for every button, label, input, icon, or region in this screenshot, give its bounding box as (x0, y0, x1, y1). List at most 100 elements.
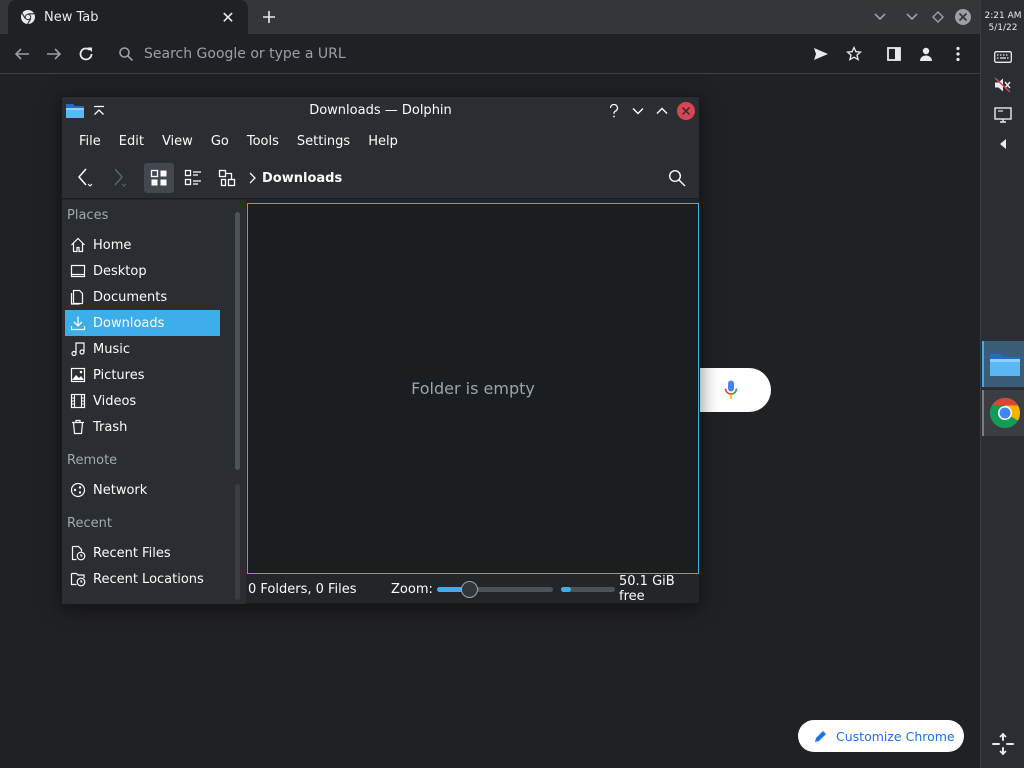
recent-files-icon (69, 544, 87, 562)
window-title: Downloads — Dolphin (309, 103, 452, 118)
volume-tray[interactable] (991, 74, 1015, 96)
videos-icon (69, 392, 87, 410)
maximize-window-button[interactable] (929, 8, 947, 26)
documents-icon (69, 288, 87, 306)
menu-go[interactable]: Go (202, 130, 238, 153)
tab-new-tab[interactable]: New Tab ✕ (8, 0, 248, 34)
place-home[interactable]: Home (65, 232, 220, 258)
display-tray[interactable] (991, 104, 1015, 126)
disk-space-bar[interactable] (561, 587, 615, 592)
place-trash[interactable]: Trash (65, 414, 220, 440)
plus-icon (263, 11, 275, 23)
disk-space-fill (561, 587, 571, 592)
virtual-keyboard-tray[interactable] (991, 46, 1015, 68)
task-dolphin[interactable] (982, 341, 1024, 387)
profile-button[interactable] (915, 43, 937, 65)
person-icon (920, 47, 932, 61)
arrow-right-icon (47, 48, 62, 60)
menu-button[interactable] (947, 43, 969, 65)
icons-view-button[interactable] (144, 163, 174, 193)
free-space-label[interactable]: 50.1 GiB free (619, 574, 699, 604)
folder-icon (66, 104, 84, 118)
place-pictures[interactable]: Pictures (65, 362, 220, 388)
forward-button[interactable] (43, 43, 65, 65)
details-view-icon (218, 169, 236, 187)
gesture-button[interactable] (991, 732, 1015, 756)
microphone-icon[interactable] (724, 380, 738, 400)
share-button[interactable] (810, 43, 832, 65)
place-music[interactable]: Music (65, 336, 220, 362)
menu-view[interactable]: View (153, 130, 202, 153)
omnibox-input[interactable] (144, 46, 744, 62)
keep-above-button[interactable] (90, 102, 108, 120)
dolphin-toolbar: Downloads (62, 157, 699, 199)
menu-tools[interactable]: Tools (238, 130, 288, 153)
scrollbar-thumb[interactable] (235, 212, 240, 470)
back-button[interactable] (11, 43, 33, 65)
close-tab-icon[interactable]: ✕ (218, 7, 238, 27)
search-button[interactable] (662, 163, 692, 193)
clock-date: 5/1/22 (988, 23, 1018, 33)
diamond-icon (932, 11, 944, 23)
task-chrome[interactable] (982, 390, 1024, 436)
reload-icon (79, 47, 93, 61)
digital-clock[interactable]: 2:21 AM 5/1/22 (981, 10, 1024, 34)
place-videos[interactable]: Videos (65, 388, 220, 414)
menu-edit[interactable]: Edit (110, 130, 153, 153)
network-icon (69, 481, 87, 499)
chevron-down-icon (874, 13, 886, 21)
omnibox[interactable] (110, 39, 800, 69)
customize-chrome-label: Customize Chrome (836, 728, 955, 744)
close-window-button[interactable] (954, 8, 972, 26)
file-view[interactable]: Folder is empty (247, 203, 699, 574)
expand-tray-button[interactable] (991, 133, 1015, 155)
help-button[interactable] (605, 102, 623, 120)
place-downloads[interactable]: Downloads (65, 310, 220, 336)
compact-view-button[interactable] (178, 163, 208, 193)
menu-settings[interactable]: Settings (288, 130, 359, 153)
zoom-slider[interactable] (437, 581, 553, 598)
arrow-left-icon (14, 48, 29, 60)
minimize-button[interactable] (629, 102, 647, 120)
forward-button[interactable] (104, 163, 134, 193)
bookmark-button[interactable] (843, 43, 865, 65)
side-panel-button[interactable] (883, 43, 905, 65)
back-button[interactable] (70, 163, 100, 193)
new-tab-button[interactable] (258, 6, 280, 28)
question-icon (609, 104, 619, 118)
places-panel: Places Home Desktop Documents Downloads … (62, 200, 230, 604)
details-view-button[interactable] (212, 163, 242, 193)
close-icon (681, 106, 691, 116)
home-icon (69, 236, 87, 254)
close-button[interactable] (677, 102, 695, 120)
maximize-button[interactable] (653, 102, 671, 120)
chevron-right-icon (114, 168, 127, 187)
breadcrumb[interactable]: Downloads (248, 163, 342, 193)
taskbar-panel: 2:21 AM 5/1/22 (980, 0, 1024, 768)
dolphin-window: Downloads — Dolphin File Edit View Go To… (61, 96, 700, 604)
place-recent-files[interactable]: Recent Files (65, 540, 220, 566)
window-titlebar[interactable]: Downloads — Dolphin (62, 97, 699, 125)
minimize-window-button[interactable] (903, 8, 921, 26)
search-icon (668, 169, 686, 187)
reload-button[interactable] (75, 43, 97, 65)
keyboard-icon (994, 51, 1012, 63)
breadcrumb-downloads[interactable]: Downloads (262, 171, 342, 186)
place-documents[interactable]: Documents (65, 284, 220, 310)
place-recent-locations[interactable]: Recent Locations (65, 566, 220, 592)
triangle-left-icon (1000, 139, 1006, 149)
menu-file[interactable]: File (70, 130, 110, 153)
status-bar: 0 Folders, 0 Files Zoom: 50.1 GiB free (247, 574, 699, 604)
google-search-box[interactable] (690, 368, 771, 412)
zoom-slider-handle[interactable] (461, 581, 479, 598)
clock-time: 2:21 AM (984, 11, 1022, 21)
tab-search-button[interactable] (871, 8, 889, 26)
place-desktop[interactable]: Desktop (65, 258, 220, 284)
places-scrollbar[interactable] (230, 200, 246, 604)
empty-folder-message: Folder is empty (411, 379, 535, 398)
menu-help[interactable]: Help (359, 130, 407, 153)
customize-chrome-button[interactable]: Customize Chrome (798, 720, 964, 752)
tab-strip: New Tab ✕ (0, 0, 980, 34)
close-circle-icon (955, 9, 971, 25)
place-network[interactable]: Network (65, 477, 220, 503)
